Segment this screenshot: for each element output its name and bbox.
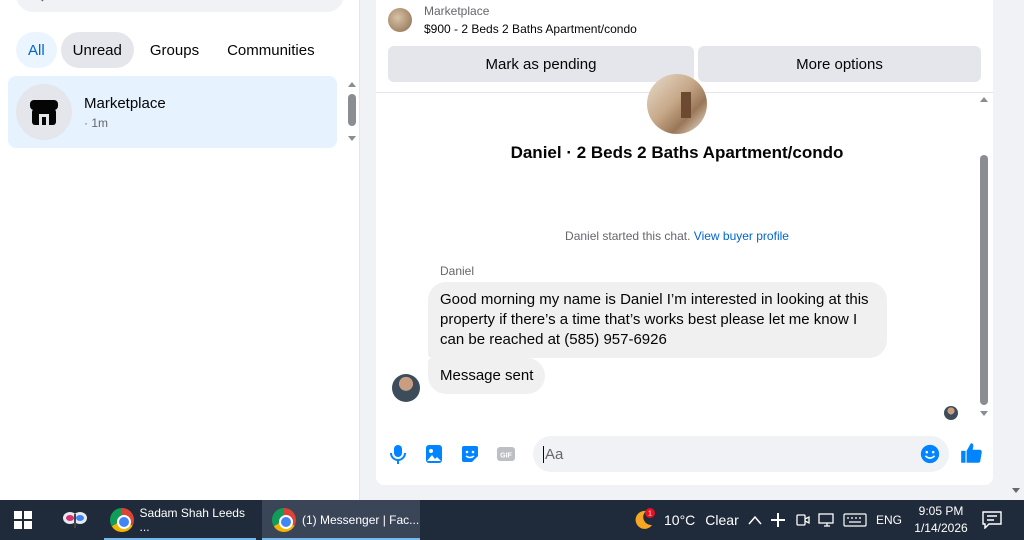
listing-header[interactable]: Marketplace $900 - 2 Beds 2 Baths Apartm…	[388, 4, 637, 36]
message-input-box[interactable]	[533, 436, 949, 472]
weather-condition: Clear	[705, 512, 739, 528]
weather-temp: 10°C	[664, 512, 696, 528]
message-bubble[interactable]: Good morning my name is Daniel I’m inter…	[428, 282, 887, 358]
plus-icon[interactable]	[770, 512, 786, 528]
thumbs-up-icon[interactable]	[959, 440, 985, 466]
clock-date: 1/14/2026	[914, 521, 968, 535]
seen-receipt-avatar	[944, 406, 958, 420]
message-composer: GIF	[376, 434, 993, 474]
photo-icon[interactable]	[422, 442, 446, 466]
page-scroll-down-arrow-icon[interactable]	[1012, 488, 1020, 493]
started-text: Daniel started this chat.	[565, 229, 691, 243]
meet-now-icon[interactable]	[796, 512, 810, 528]
scroll-thumb[interactable]	[980, 155, 988, 405]
gif-icon[interactable]: GIF	[494, 442, 518, 466]
message-bubble[interactable]: Message sent	[428, 358, 546, 394]
sticker-icon[interactable]	[458, 442, 482, 466]
scroll-up-arrow-icon[interactable]	[348, 82, 356, 87]
more-options-button[interactable]: More options	[698, 46, 981, 82]
chat-title: Daniel · 2 Beds 2 Baths Apartment/condo	[510, 143, 844, 162]
filter-all[interactable]: All	[16, 32, 57, 68]
chat-started-notice: Daniel started this chat. View buyer pro…	[376, 229, 978, 243]
filter-groups[interactable]: Groups	[138, 32, 211, 68]
moon-weather-icon: 1	[635, 508, 655, 529]
language-indicator[interactable]: ENG	[876, 500, 902, 540]
left-scrollbar[interactable]	[345, 80, 359, 144]
keyboard-icon[interactable]	[843, 513, 867, 527]
listing-image	[647, 74, 707, 134]
scroll-down-arrow-icon[interactable]	[348, 136, 356, 141]
conversation-name: Marketplace	[84, 94, 166, 112]
microphone-icon[interactable]	[386, 442, 410, 466]
mark-pending-button[interactable]: Mark as pending	[388, 46, 694, 82]
filter-tabs: All Unread Groups Communities	[16, 32, 327, 68]
conversation-item-marketplace[interactable]: Marketplace · 1m	[8, 76, 337, 148]
filter-unread[interactable]: Unread	[60, 32, 134, 68]
chat-panel: Marketplace $900 - 2 Beds 2 Baths Apartm…	[376, 0, 993, 485]
conversation-time: · 1m	[84, 115, 108, 130]
taskbar-chrome-window-1[interactable]: Sadam Shah Leeds ...	[104, 500, 256, 540]
taskbar-item-label: Sadam Shah Leeds ...	[139, 506, 245, 534]
marketplace-avatar	[16, 84, 72, 140]
scroll-up-arrow-icon[interactable]	[980, 97, 988, 102]
filter-communities[interactable]: Communities	[215, 32, 327, 68]
emoji-icon[interactable]	[919, 443, 941, 465]
weather-badge: 1	[648, 511, 652, 518]
search-input[interactable]	[16, 0, 344, 12]
clock-time: 9:05 PM	[918, 504, 964, 518]
view-buyer-profile-link[interactable]: View buyer profile	[694, 229, 789, 243]
windows-start-icon[interactable]	[14, 511, 32, 529]
chevron-up-icon[interactable]	[748, 514, 762, 526]
system-clock[interactable]: 9:05 PM 1/14/2026	[906, 503, 976, 537]
listing-title: $900 - 2 Beds 2 Baths Apartment/condo	[424, 22, 637, 36]
network-icon[interactable]	[818, 512, 836, 528]
listing-source: Marketplace	[424, 4, 490, 18]
scroll-thumb[interactable]	[348, 94, 356, 126]
conversation-list-panel: All Unread Groups Communities Marketplac…	[0, 0, 360, 500]
notification-icon[interactable]	[982, 511, 1002, 529]
taskbar-chrome-window-2[interactable]: (1) Messenger | Fac...	[262, 500, 420, 540]
text-caret	[543, 446, 544, 463]
chrome-icon	[110, 508, 134, 532]
app-butterfly-icon[interactable]	[62, 508, 88, 532]
search-icon	[40, 0, 44, 2]
weather-widget[interactable]: 1 10°C Clear	[630, 500, 739, 540]
windows-taskbar: Sadam Shah Leeds ... (1) Messenger | Fac…	[0, 500, 1024, 540]
scroll-down-arrow-icon[interactable]	[980, 411, 988, 416]
chat-scrollbar[interactable]	[977, 95, 991, 425]
sender-avatar[interactable]	[392, 374, 420, 402]
taskbar-item-label: (1) Messenger | Fac...	[302, 513, 420, 527]
listing-thumbnail	[388, 8, 412, 32]
chrome-icon	[272, 508, 296, 532]
svg-text:GIF: GIF	[500, 453, 512, 460]
sender-name: Daniel	[440, 264, 475, 278]
message-input[interactable]	[533, 436, 903, 472]
marketplace-store-icon	[30, 100, 58, 125]
